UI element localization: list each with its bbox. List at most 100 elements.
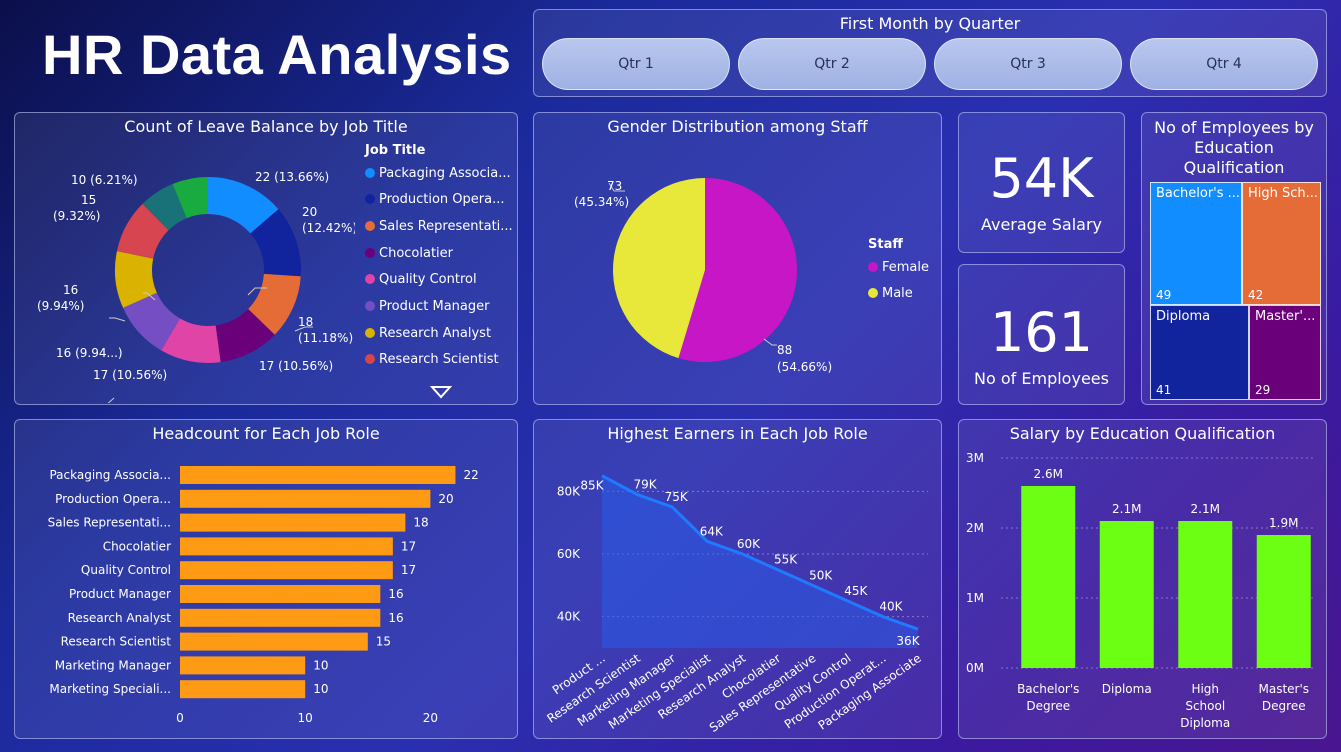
legend-item-female[interactable]: Female (868, 260, 929, 275)
legend-item-male[interactable]: Male (868, 286, 913, 301)
qtr-4-button[interactable]: Qtr 4 (1130, 38, 1318, 90)
education-treemap-panel: No of Employees by Education Qualificati… (1141, 112, 1327, 405)
data-label: 2.1M (1191, 502, 1220, 516)
gender-label: 73 (607, 179, 622, 193)
gender-label: (54.66%) (777, 360, 832, 374)
treemap-cell-label: Bachelor's ... (1156, 186, 1241, 201)
gender-panel: Gender Distribution among Staff 73 (45.3… (533, 112, 942, 405)
y-tick-label: 0M (966, 661, 984, 675)
data-label: 64K (700, 524, 724, 538)
treemap-cell-count: 41 (1156, 383, 1172, 397)
salary-education-panel: Salary by Education Qualification 0M 1M 2M… (958, 419, 1327, 739)
bar-category-label: Sales Representati... (48, 516, 171, 530)
bar-value-label: 17 (401, 539, 416, 553)
bar-category-label: Product Manager (69, 587, 171, 601)
treemap-cell-label: Master'... (1255, 309, 1316, 324)
bar-category-label: Marketing Speciali... (49, 682, 171, 696)
legend-item-sales[interactable]: Sales Representati... (365, 219, 513, 234)
data-label: 2.1M (1112, 502, 1141, 516)
bar (180, 466, 456, 484)
gender-legend-title: Staff (868, 237, 903, 252)
bar-value-label: 17 (401, 563, 416, 577)
bar (180, 632, 368, 651)
leader-line (763, 338, 777, 346)
employee-count-label: No of Employees (974, 369, 1109, 388)
x-tick-label: 20 (423, 711, 438, 725)
treemap-title: No of Employees by Education Qualificati… (1142, 118, 1326, 178)
data-label: 1.9M (1269, 516, 1298, 530)
treemap-cell-diploma[interactable]: Diploma 41 (1150, 305, 1249, 400)
donut-label: 17 (10.56%) (93, 368, 167, 382)
bar-category-label: Quality Control (81, 563, 171, 577)
bar (180, 537, 393, 556)
legend-item-research-analyst[interactable]: Research Analyst (365, 326, 491, 341)
x-category-label: Diploma (1180, 716, 1230, 730)
legend-dot (868, 288, 878, 298)
treemap-title-line: No of Employees by (1154, 118, 1314, 137)
donut-label: 18 (298, 315, 313, 329)
page-title: HR Data Analysis (42, 23, 512, 86)
data-label: 2.6M (1034, 467, 1063, 481)
bar (180, 656, 306, 675)
x-category-label: Bachelor's (1017, 682, 1079, 696)
legend-item-product-manager[interactable]: Product Manager (365, 299, 489, 314)
y-tick-label: 3M (966, 451, 984, 465)
bar-value-label: 16 (388, 611, 403, 625)
data-label: 50K (809, 568, 833, 582)
legend-item-quality[interactable]: Quality Control (365, 272, 477, 287)
data-label: 60K (737, 537, 761, 551)
donut-label: 16 (63, 283, 78, 297)
employee-count-value: 161 (989, 301, 1094, 364)
bar-category-label: Chocolatier (103, 539, 171, 553)
slicer-title: First Month by Quarter (839, 14, 1021, 33)
treemap-cell-high-school[interactable]: High Sch... 42 (1242, 182, 1321, 305)
treemap-cell-masters[interactable]: Master'... 29 (1249, 305, 1321, 400)
donut-label: 10 (6.21%) (71, 173, 138, 187)
bar (180, 513, 406, 532)
treemap-title-line: Qualification (1183, 158, 1285, 177)
x-category-label: Diploma (1102, 682, 1152, 696)
legend-dot (365, 194, 375, 204)
legend-dot (365, 328, 375, 338)
data-label: 55K (774, 553, 798, 567)
bar-value-label: 10 (313, 658, 328, 672)
treemap-title-line: Education (1194, 138, 1274, 157)
legend-dot (365, 168, 375, 178)
treemap-cell-label: Diploma (1156, 309, 1211, 324)
y-tick-label: 60K (557, 547, 581, 561)
data-label: 75K (665, 490, 689, 504)
legend-item-production[interactable]: Production Opera... (365, 192, 505, 207)
employee-count-card: 161 No of Employees (958, 264, 1125, 405)
legend-item-research-scientist[interactable]: Research Scientist (365, 352, 499, 367)
salary-education-bar-chart: 0M 1M 2M 3M 2.6M Bachelor's Degree 2.1M Diploma 2… (966, 451, 1315, 730)
legend-dot (365, 221, 375, 231)
qtr-1-button[interactable]: Qtr 1 (542, 38, 730, 90)
data-label: 40K (879, 600, 903, 614)
bar-value-label: 16 (388, 587, 403, 601)
data-label: 45K (844, 584, 868, 598)
legend-item-packaging[interactable]: Packaging Associa... (365, 166, 511, 181)
donut-label: 20 (302, 205, 317, 219)
donut-label: 22 (13.66%) (255, 170, 329, 184)
gender-label: 88 (777, 343, 792, 357)
treemap-cell-bachelors[interactable]: Bachelor's ... 49 (1150, 182, 1242, 305)
legend-label: Chocolatier (379, 246, 454, 261)
data-label: 85K (580, 479, 604, 493)
legend-scroll-down-icon[interactable] (430, 385, 452, 399)
headcount-bar-chart: Packaging Associa... 22 Production Opera..… (48, 466, 479, 725)
donut-label: 17 (10.56%) (259, 359, 333, 373)
y-tick-label: 1M (966, 591, 984, 605)
highest-earners-area-chart: 40K60K80K 85K 79K75K64K60K55K50K45K40K36KP… (544, 474, 928, 735)
bar (1099, 521, 1154, 668)
leave-balance-donut: 22 (13.66%) 20 (12.42%) 18 (11.18%) 17 (… (37, 170, 355, 403)
average-salary-value: 54K (989, 147, 1094, 210)
donut-label: (9.94%) (37, 299, 84, 313)
x-category-label: Degree (1026, 699, 1070, 713)
qtr-2-button[interactable]: Qtr 2 (738, 38, 926, 90)
legend-dot (365, 248, 375, 258)
bar (180, 608, 381, 627)
legend-item-chocolatier[interactable]: Chocolatier (365, 246, 453, 261)
qtr-3-button[interactable]: Qtr 3 (934, 38, 1122, 90)
legend-dot (365, 301, 375, 311)
average-salary-card: 54K Average Salary (958, 112, 1125, 253)
